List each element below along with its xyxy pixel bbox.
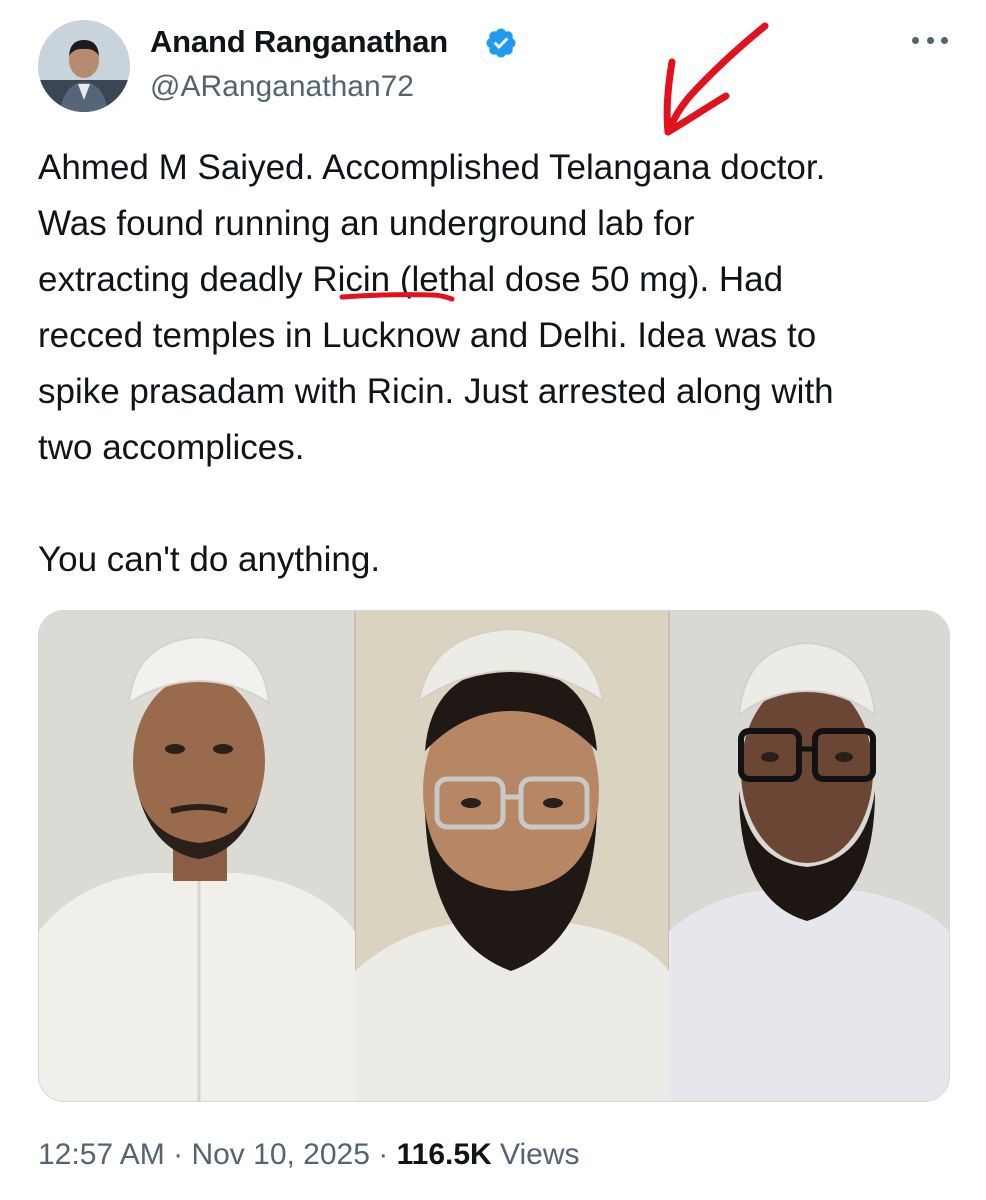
author-name[interactable]: Anand Ranganathan	[150, 24, 448, 60]
highlighted-word: Ricin	[312, 260, 391, 299]
tweet-meta: 12:57 AM · Nov 10, 2025 · 116.5K Views	[38, 1138, 580, 1171]
views-label: Views	[500, 1138, 580, 1171]
tweet-line: extracting deadly Ricin (lethal dose 50 …	[38, 260, 784, 299]
author-handle[interactable]: @ARanganathan72	[150, 70, 414, 104]
tweet-date[interactable]: Nov 10, 2025	[191, 1138, 369, 1171]
tweet-time[interactable]: 12:57 AM	[38, 1138, 165, 1171]
more-options-button[interactable]	[912, 28, 948, 52]
tweet-photo[interactable]	[38, 610, 950, 1102]
tweet-line: Ahmed M Saiyed. Accomplished Telangana d…	[38, 148, 826, 187]
tweet-line: two accomplices.	[38, 428, 305, 467]
tweet-text: Ahmed M Saiyed. Accomplished Telangana d…	[38, 140, 958, 588]
tweet-line: spike prasadam with Ricin. Just arrested…	[38, 372, 834, 411]
tweet-line: Was found running an underground lab for	[38, 204, 695, 243]
hand-drawn-arrow-icon	[664, 22, 769, 136]
avatar[interactable]	[38, 20, 130, 112]
more-horizontal-icon	[912, 36, 919, 44]
tweet-line: You can't do anything.	[38, 540, 381, 579]
verified-badge-icon	[486, 28, 516, 58]
views-count: 116.5K	[396, 1138, 492, 1171]
tweet-card: Anand Ranganathan @ARanganathan72 Ahmed …	[0, 0, 986, 1200]
tweet-line: recced temples in Lucknow and Delhi. Ide…	[38, 316, 817, 355]
